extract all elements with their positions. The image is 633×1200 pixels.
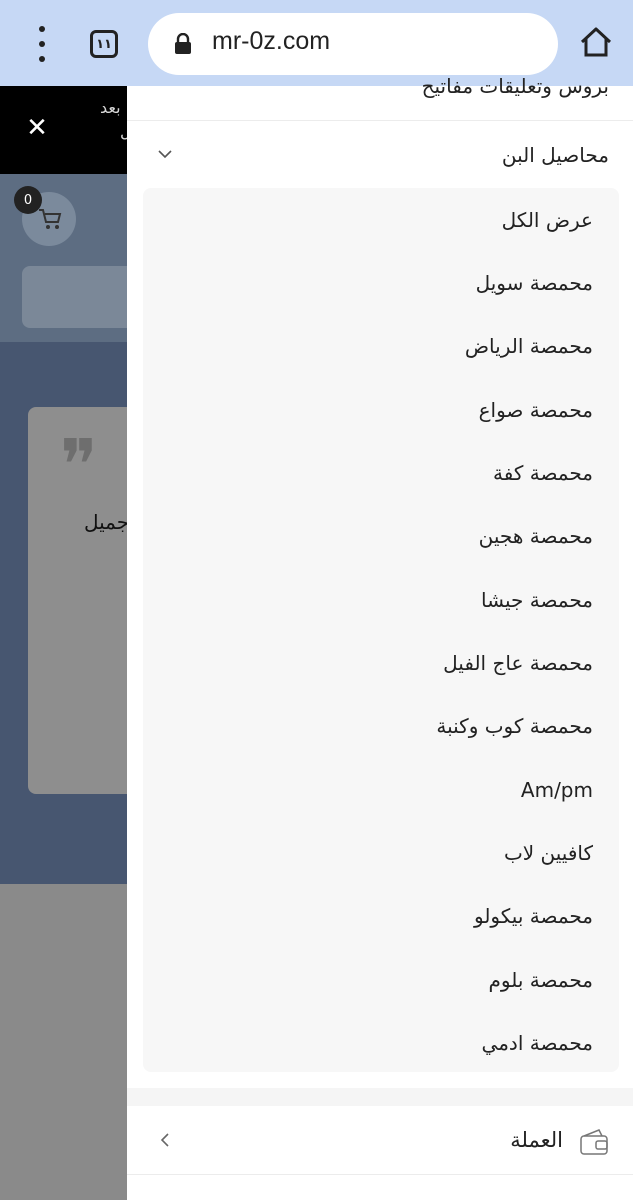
currency-label: العملة <box>510 1128 563 1152</box>
chevron-left-icon <box>160 1133 169 1147</box>
divider <box>127 120 633 121</box>
submenu-item[interactable]: Am/pm <box>521 778 593 802</box>
submenu-item[interactable]: محمصة كوب وكنبة <box>436 714 593 738</box>
close-icon[interactable]: ✕ <box>24 115 50 141</box>
submenu-item[interactable]: محمصة كفة <box>493 461 593 485</box>
announcement-text: بعد <box>100 98 121 117</box>
submenu-item[interactable]: محمصة سويل <box>476 271 593 295</box>
url-text: mr-0z.com <box>212 27 331 55</box>
chevron-down-icon <box>158 150 172 159</box>
submenu-item[interactable]: محمصة ادمي <box>482 1031 593 1055</box>
lock-icon <box>175 33 191 54</box>
submenu-item[interactable]: محمصة جيشا <box>481 588 593 612</box>
submenu-item[interactable]: كافيين لاب <box>504 841 593 865</box>
submenu-item[interactable]: عرض الكل <box>502 208 593 232</box>
testimonial-text: جميل <box>84 510 130 534</box>
side-drawer: بروس وتعليقات مفاتيح محاصيل البن عرض الك… <box>127 74 633 1200</box>
cart-icon <box>39 209 62 229</box>
submenu-item[interactable]: محمصة بلوم <box>488 968 593 992</box>
quote-icon: ❞ <box>60 424 98 506</box>
submenu-item[interactable]: محمصة الرياض <box>465 334 593 358</box>
menu-section-coffee-crops[interactable]: محاصيل البن <box>127 126 633 186</box>
address-bar[interactable]: mr-0z.com <box>148 13 558 75</box>
section-spacer <box>127 1088 633 1106</box>
submenu-item[interactable]: محمصة صواع <box>479 398 593 422</box>
wallet-icon <box>580 1129 608 1155</box>
menu-item-partial[interactable]: بروس وتعليقات مفاتيح <box>422 74 609 98</box>
home-icon[interactable] <box>578 24 614 60</box>
submenu-item[interactable]: محمصة عاج الفيل <box>443 651 593 675</box>
cart-count-badge: 0 <box>14 186 42 214</box>
submenu-list: عرض الكل محمصة سويل محمصة الرياض محمصة ص… <box>143 188 619 1072</box>
divider <box>127 1174 633 1175</box>
section-label: محاصيل البن <box>501 143 609 167</box>
tab-switcher-button[interactable]: ١١ <box>90 30 118 58</box>
submenu-item[interactable]: محمصة هجين <box>479 524 593 548</box>
submenu-item[interactable]: محمصة بيكولو <box>474 904 593 928</box>
currency-selector[interactable]: العملة <box>127 1106 633 1174</box>
browser-menu-icon[interactable] <box>30 26 54 62</box>
